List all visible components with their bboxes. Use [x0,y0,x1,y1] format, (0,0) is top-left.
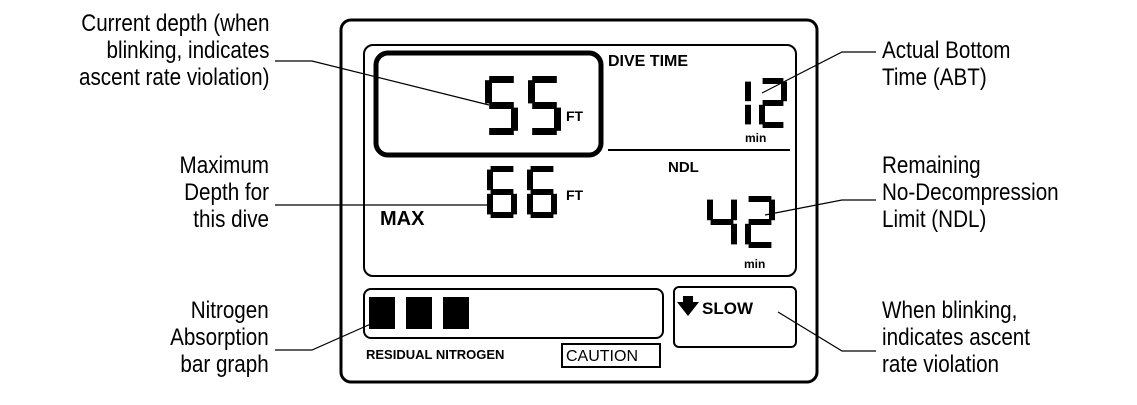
digit-segment [745,81,751,102]
max-depth-unit: FT [566,187,584,203]
digit-segment [485,80,492,104]
dive-time-unit: min [745,131,766,145]
digit-segment [527,193,533,215]
digit-segment [530,166,554,172]
digit-segment [781,81,787,102]
digit-segment [489,102,514,109]
nitrogen-bar [406,297,432,329]
slow-label: SLOW [702,299,754,318]
digit-segment [490,189,514,195]
digit-segment [527,169,533,191]
digit-segment [490,212,514,218]
digit-segment [487,169,493,191]
nitrogen-bar [369,297,395,329]
digit-segment [707,199,713,221]
digit-segment [731,199,737,221]
dive-time-digits [745,78,787,128]
leader-abt [761,51,876,94]
max-depth-digits [487,166,557,218]
ndl-label: NDL [668,159,699,176]
callout-slow: When blinking, indicates ascent rate vio… [882,297,1031,378]
digit-segment [759,104,765,125]
nitrogen-bar [443,297,469,329]
caution-label: CAUTION [566,348,638,365]
digit-segment [748,219,772,225]
ndl-digits [707,196,775,248]
current-depth-digits [485,76,561,135]
digit-segment [490,166,514,172]
ndl-unit: min [744,257,765,271]
callout-max-depth: Maximum Depth for this dive [179,152,269,233]
digit-segment [532,102,557,109]
digit-segment [762,122,784,128]
digit-segment [748,196,772,202]
digit-segment [511,107,518,131]
callout-current-depth: Current depth (when blinking, indicates … [78,10,269,91]
digit-segment [710,219,734,225]
digit-segment [745,104,751,125]
leader-current-depth [275,60,490,106]
digit-segment [769,199,775,221]
current-depth-unit: FT [566,108,584,124]
digit-segment [554,107,561,131]
digit-segment [745,223,751,245]
leader-ndl [764,199,876,216]
digit-segment [762,100,784,106]
residual-nitrogen-label: RESIDUAL NITROGEN [366,347,504,362]
digit-segment [551,193,557,215]
leader-nitrogen [275,322,374,351]
digit-segment [511,193,517,215]
digit-segment [532,128,557,135]
dive-time-label: DIVE TIME [608,53,688,70]
digit-segment [731,223,737,245]
digit-segment [489,76,514,83]
callout-nitrogen: Nitrogen Absorption bar graph [170,297,269,378]
down-arrow-icon [677,296,699,316]
current-depth-box [373,50,604,158]
callout-abt: Actual Bottom Time (ABT) [882,37,1011,91]
digit-segment [748,242,772,248]
nitrogen-bar-graph [369,297,469,329]
digit-segment [487,193,493,215]
leader-slow [777,311,876,352]
max-label: MAX [380,208,425,230]
callout-ndl: Remaining No-Decompression Limit (NDL) [882,152,1059,233]
digit-segment [528,80,535,104]
digit-segment [489,128,514,135]
digit-segment [530,212,554,218]
digit-segment [530,189,554,195]
digit-segment [532,76,557,83]
